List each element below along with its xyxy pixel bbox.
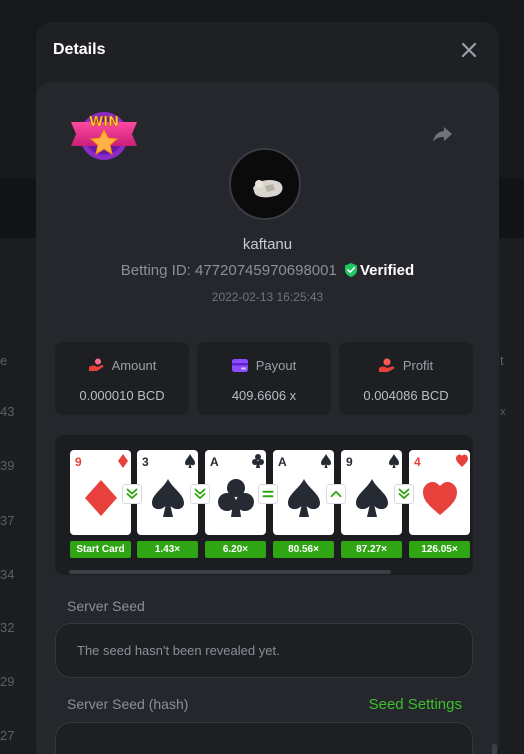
close-icon[interactable] bbox=[459, 40, 479, 60]
avatar bbox=[229, 148, 301, 220]
card-rank: 9 bbox=[346, 455, 353, 469]
profit-label-row: Profit bbox=[339, 358, 473, 373]
win-badge-text: WIN bbox=[89, 115, 119, 130]
playing-card: 9 bbox=[341, 450, 402, 535]
server-seed-hash-field bbox=[55, 722, 473, 754]
betting-id: 47720745970698001 bbox=[195, 262, 337, 279]
heart-icon bbox=[423, 482, 457, 515]
payout-label: Payout bbox=[255, 358, 297, 373]
playing-card: A bbox=[273, 450, 334, 535]
higher-icon bbox=[326, 484, 346, 504]
amount-label: Amount bbox=[111, 358, 157, 373]
card-multiplier: 1.43× bbox=[137, 541, 198, 558]
horizontal-scrollbar[interactable] bbox=[69, 570, 391, 574]
playing-card: 3 bbox=[137, 450, 198, 535]
bet-date: 2022-02-13 16:25:43 bbox=[211, 290, 324, 304]
club-icon bbox=[218, 479, 254, 517]
equal-icon bbox=[258, 484, 278, 504]
spade-icon bbox=[389, 454, 399, 468]
payout-icon bbox=[231, 359, 248, 372]
card-multiplier: 80.56× bbox=[273, 541, 334, 558]
spade-icon bbox=[288, 479, 320, 517]
profit-stat: Profit 0.004086 BCD bbox=[339, 342, 473, 415]
heart-icon bbox=[456, 454, 468, 467]
card-rank: A bbox=[278, 455, 287, 469]
spade-icon bbox=[152, 479, 184, 517]
card-multiplier: 126.05× bbox=[409, 541, 470, 558]
payout-label-row: Payout bbox=[197, 358, 331, 373]
profit-icon bbox=[378, 358, 395, 372]
modal-title: Details bbox=[53, 41, 106, 58]
payout-value: 409.6606 x bbox=[231, 388, 297, 403]
details-modal: Details WIN kaftanu Betting ID: 47720745… bbox=[36, 22, 499, 754]
card-rank: 9 bbox=[75, 455, 82, 469]
profit-value: 0.004086 BCD bbox=[363, 388, 449, 403]
background-value: 32 bbox=[0, 620, 15, 635]
card-multiplier: 87.27× bbox=[341, 541, 402, 558]
server-seed-hash-label: Server Seed (hash) bbox=[67, 696, 189, 712]
server-seed-label: Server Seed bbox=[67, 598, 145, 614]
playing-card: A bbox=[205, 450, 266, 535]
lower-or-equal-icon bbox=[190, 484, 210, 504]
card-multiplier: 6.20× bbox=[205, 541, 266, 558]
diamond-icon bbox=[118, 454, 128, 468]
betting-id-row: Betting ID: 47720745970698001 Verified bbox=[36, 262, 499, 279]
card-rank: A bbox=[210, 455, 219, 469]
betting-id-label: Betting ID: bbox=[120, 262, 191, 279]
background-value: 39 bbox=[0, 458, 15, 473]
playing-card: 4 bbox=[409, 450, 470, 535]
background-value: 29 bbox=[0, 674, 15, 689]
background-value: t bbox=[500, 353, 504, 368]
spade-icon bbox=[185, 454, 195, 468]
avatar-image bbox=[231, 150, 299, 218]
server-seed-field: The seed hasn't been revealed yet. bbox=[55, 623, 473, 678]
amount-value: 0.000010 BCD bbox=[79, 388, 165, 403]
seed-settings-link[interactable]: Seed Settings bbox=[369, 696, 462, 713]
win-badge-icon: WIN bbox=[71, 112, 137, 160]
verified-label: Verified bbox=[360, 262, 415, 279]
bet-details-panel: WIN kaftanu Betting ID: 4772074597069800… bbox=[36, 82, 499, 754]
background-value: 43 bbox=[0, 404, 15, 419]
lower-or-equal-icon bbox=[394, 484, 414, 504]
amount-stat: Amount 0.000010 BCD bbox=[55, 342, 189, 415]
server-seed-value: The seed hasn't been revealed yet. bbox=[77, 643, 280, 658]
share-icon[interactable] bbox=[431, 122, 455, 146]
card-multiplier: Start Card bbox=[70, 541, 131, 558]
verified-shield-icon bbox=[345, 263, 357, 277]
spade-icon bbox=[321, 454, 331, 468]
username: kaftanu bbox=[242, 236, 293, 253]
background-value: 34 bbox=[0, 567, 15, 582]
club-icon bbox=[252, 454, 264, 468]
background-value: x bbox=[500, 406, 506, 418]
background-value: 37 bbox=[0, 513, 15, 528]
lower-or-equal-icon bbox=[122, 484, 142, 504]
card-rank: 3 bbox=[142, 455, 149, 469]
background-value: 27 bbox=[0, 728, 15, 743]
card-rank: 4 bbox=[414, 455, 421, 469]
payout-stat: Payout 409.6606 x bbox=[197, 342, 331, 415]
card-history[interactable]: 9 3 A A 9 4 Start Card 1.43× 6.20× 80.56… bbox=[55, 435, 473, 575]
amount-label-row: Amount bbox=[55, 358, 189, 373]
background-value: e bbox=[0, 353, 8, 368]
modal-scrollbar[interactable] bbox=[491, 744, 499, 754]
spade-icon bbox=[356, 479, 388, 517]
diamond-icon bbox=[85, 480, 117, 516]
amount-icon bbox=[88, 358, 104, 371]
profit-label: Profit bbox=[402, 358, 434, 373]
